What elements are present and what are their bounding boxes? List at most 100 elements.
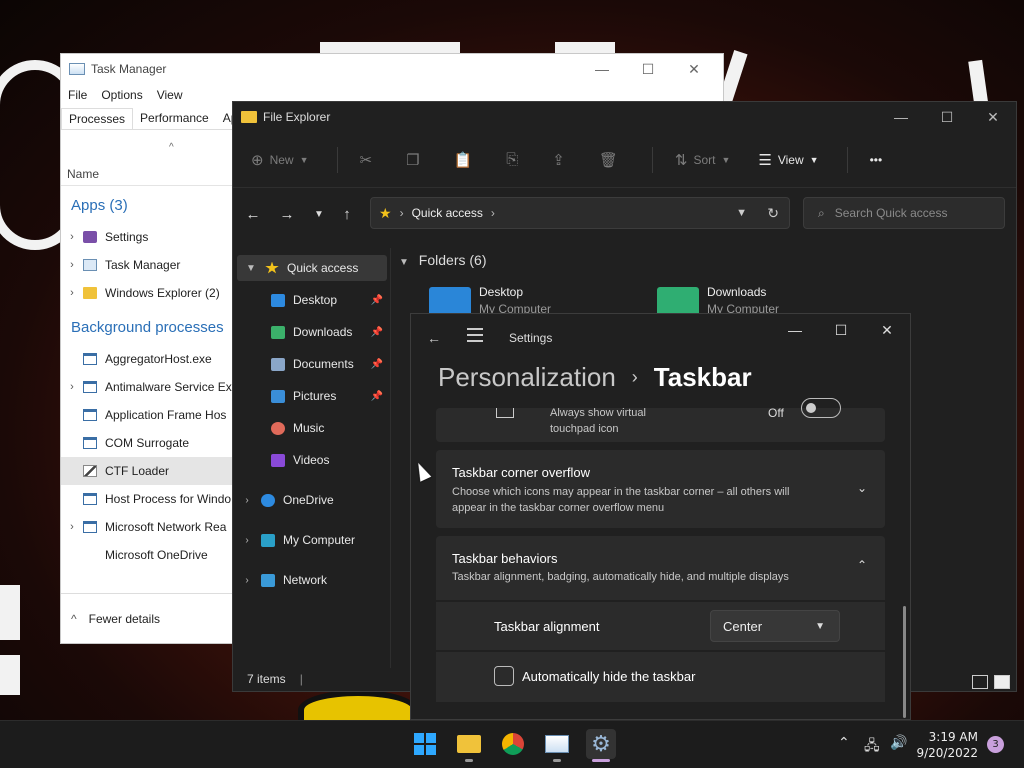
maximize-icon[interactable]: ☐ bbox=[625, 54, 671, 84]
sort-button[interactable]: ⇅ Sort ▼ bbox=[675, 144, 731, 176]
search-box[interactable]: ⌕ Search Quick access bbox=[803, 197, 1005, 229]
process-row[interactable]: Application Frame Hos bbox=[61, 401, 233, 429]
expand-chevron-icon[interactable]: › bbox=[61, 287, 83, 299]
column-header-name[interactable]: Name bbox=[67, 167, 99, 181]
expand-chevron-icon[interactable]: › bbox=[61, 381, 83, 393]
maximize-icon[interactable]: ☐ bbox=[924, 102, 970, 132]
settings-titlebar[interactable]: ← Settings — ☐ ✕ bbox=[411, 314, 910, 362]
delete-button[interactable]: 🗑 bbox=[599, 144, 624, 176]
taskbar-chrome[interactable] bbox=[498, 729, 528, 759]
sidebar-item-music[interactable]: Music bbox=[233, 415, 387, 441]
start-button[interactable] bbox=[410, 729, 440, 759]
minimize-icon[interactable]: — bbox=[878, 102, 924, 132]
view-button[interactable]: ☰ View ▼ bbox=[758, 144, 818, 176]
settings-scrollbar[interactable] bbox=[903, 606, 906, 718]
taskbar-alignment-dropdown[interactable]: Center ▼ bbox=[710, 610, 840, 642]
share-button[interactable]: ⇪ bbox=[552, 144, 571, 176]
expand-chevron-down-icon[interactable]: ▼ bbox=[237, 263, 265, 274]
sort-chevron-up-icon[interactable]: ^ bbox=[169, 142, 174, 153]
copy-button[interactable]: ❐ bbox=[406, 144, 425, 176]
more-options-button[interactable]: ••• bbox=[870, 144, 883, 176]
close-icon[interactable]: ✕ bbox=[970, 102, 1016, 132]
recent-chevron-icon[interactable]: ▼ bbox=[307, 200, 331, 228]
videos-icon bbox=[271, 453, 285, 467]
minimize-icon[interactable]: — bbox=[772, 314, 818, 346]
expand-chevron-right-icon[interactable]: › bbox=[233, 535, 261, 546]
refresh-icon[interactable]: ↻ bbox=[767, 205, 779, 222]
folders-group-header[interactable]: ▼ Folders (6) bbox=[399, 252, 486, 268]
address-history-chevron-icon[interactable]: ▼ bbox=[736, 207, 747, 219]
pin-icon[interactable]: 📌 bbox=[371, 359, 383, 370]
sidebar-item-videos[interactable]: Videos bbox=[233, 447, 387, 473]
collapse-chevron-icon[interactable]: ▼ bbox=[399, 257, 409, 268]
paste-button[interactable]: 📋 bbox=[454, 144, 479, 176]
clock[interactable]: 3:19 AM 9/20/2022 bbox=[906, 729, 978, 761]
sidebar-item-network[interactable]: › Network bbox=[233, 567, 387, 593]
taskbar-corner-overflow-card[interactable]: Taskbar corner overflow Choose which ico… bbox=[436, 450, 885, 528]
sidebar-item-my-computer[interactable]: › My Computer bbox=[233, 527, 387, 553]
autohide-label: Automatically hide the taskbar bbox=[522, 669, 696, 684]
tiles-view-icon[interactable] bbox=[994, 675, 1010, 689]
tab-performance[interactable]: Performance bbox=[133, 108, 216, 129]
close-icon[interactable]: ✕ bbox=[671, 54, 717, 84]
taskbar-task-manager[interactable] bbox=[542, 729, 572, 762]
sidebar-item-onedrive[interactable]: › OneDrive bbox=[233, 487, 387, 513]
notification-badge[interactable]: 3 bbox=[987, 736, 1004, 753]
minimize-icon[interactable]: — bbox=[579, 54, 625, 84]
rename-icon: ⎘ bbox=[506, 151, 519, 168]
chevron-up-icon[interactable]: ⌃ bbox=[857, 558, 867, 572]
details-view-icon[interactable] bbox=[972, 675, 988, 689]
process-row[interactable]: › Settings bbox=[61, 223, 233, 251]
cut-button[interactable]: ✂ bbox=[360, 144, 379, 176]
show-hidden-icons-chevron-icon[interactable]: ⌃ bbox=[838, 735, 850, 751]
process-row[interactable]: › Windows Explorer (2) bbox=[61, 279, 233, 307]
pin-icon[interactable]: 📌 bbox=[371, 391, 383, 402]
expand-chevron-icon[interactable]: › bbox=[61, 521, 83, 533]
sidebar-item-downloads[interactable]: Downloads 📌 bbox=[233, 319, 387, 345]
taskbar-settings[interactable]: ⚙ bbox=[586, 729, 616, 762]
taskbar-file-explorer[interactable] bbox=[454, 729, 484, 762]
settings-window[interactable]: ← Settings — ☐ ✕ Personalization › Taskb… bbox=[410, 313, 911, 720]
tab-processes[interactable]: Processes bbox=[61, 108, 134, 129]
hamburger-menu-icon[interactable] bbox=[467, 328, 483, 342]
menu-options[interactable]: Options bbox=[101, 88, 142, 102]
pin-icon[interactable]: 📌 bbox=[371, 295, 383, 306]
sidebar-item-quick-access[interactable]: ▼ Quick access bbox=[237, 255, 387, 281]
expand-chevron-icon[interactable]: › bbox=[61, 259, 83, 271]
breadcrumb-parent[interactable]: Personalization bbox=[438, 362, 616, 393]
expand-chevron-right-icon[interactable]: › bbox=[233, 575, 261, 586]
new-button[interactable]: ⊕ New ▼ bbox=[251, 144, 309, 176]
sort-icon: ⇅ bbox=[674, 151, 688, 169]
process-row[interactable]: COM Surrogate bbox=[61, 429, 233, 457]
process-row[interactable]: › Antimalware Service Ex bbox=[61, 373, 233, 401]
process-row[interactable]: Host Process for Windo bbox=[61, 485, 233, 513]
expand-chevron-right-icon[interactable]: › bbox=[233, 495, 261, 506]
process-row[interactable]: Microsoft OneDrive bbox=[61, 541, 233, 569]
autohide-checkbox[interactable] bbox=[494, 666, 514, 686]
process-row[interactable]: › Task Manager bbox=[61, 251, 233, 279]
sidebar-item-documents[interactable]: Documents 📌 bbox=[233, 351, 387, 377]
address-bar[interactable]: ★ › Quick access › ▼ ↻ bbox=[370, 197, 790, 229]
expand-chevron-icon[interactable]: › bbox=[61, 231, 83, 243]
chevron-down-icon[interactable]: ⌄ bbox=[857, 481, 867, 495]
process-row[interactable]: AggregatorHost.exe bbox=[61, 345, 233, 373]
process-row[interactable]: › Microsoft Network Rea bbox=[61, 513, 233, 541]
up-arrow-icon[interactable]: ↑ bbox=[335, 200, 359, 228]
close-icon[interactable]: ✕ bbox=[864, 314, 910, 346]
forward-arrow-icon[interactable]: → bbox=[275, 200, 299, 228]
touchpad-toggle[interactable] bbox=[801, 398, 841, 418]
sidebar-item-desktop[interactable]: Desktop 📌 bbox=[233, 287, 387, 313]
back-arrow-icon[interactable]: ← bbox=[427, 330, 441, 346]
network-icon[interactable]: 🖧 bbox=[864, 735, 880, 759]
sidebar-item-pictures[interactable]: Pictures 📌 bbox=[233, 383, 387, 409]
taskbar-behaviors-card[interactable]: Taskbar behaviors Taskbar alignment, bad… bbox=[436, 536, 885, 600]
pin-icon[interactable]: 📌 bbox=[371, 327, 383, 338]
volume-icon[interactable]: 🔊 bbox=[890, 735, 907, 751]
fewer-details-button[interactable]: ^ Fewer details bbox=[61, 593, 233, 643]
maximize-icon[interactable]: ☐ bbox=[818, 314, 864, 346]
rename-button[interactable]: ⎘ bbox=[506, 144, 524, 176]
process-row-selected[interactable]: CTF Loader bbox=[61, 457, 233, 485]
menu-file[interactable]: File bbox=[68, 88, 87, 102]
menu-view[interactable]: View bbox=[157, 88, 183, 102]
back-arrow-icon[interactable]: ← bbox=[241, 200, 265, 228]
